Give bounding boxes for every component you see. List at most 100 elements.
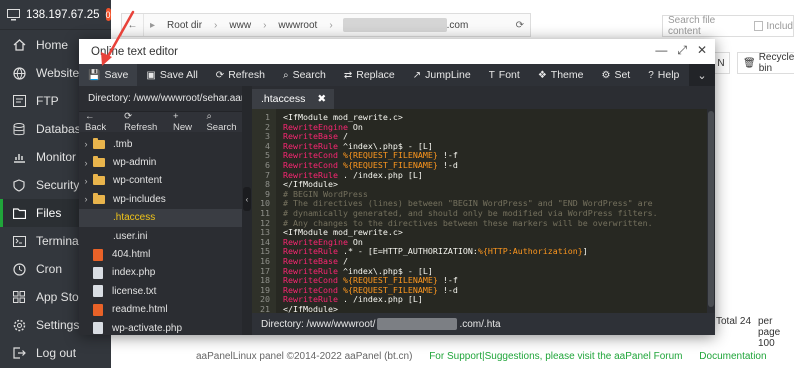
code-token: !-d <box>437 284 458 295</box>
file-item[interactable]: index.php <box>79 264 242 282</box>
chevron-right-icon: › <box>84 194 88 205</box>
refresh-button[interactable]: ⟳ Refresh <box>207 64 274 86</box>
server-header: 138.197.67.25 0 <box>0 0 111 30</box>
code-token: RewriteRule <box>283 140 338 151</box>
help-button[interactable]: ? Help <box>639 64 688 86</box>
minimize-icon[interactable]: — <box>655 43 667 58</box>
file-tree-search-button[interactable]: ⌕ Search <box>206 111 242 133</box>
footer-support-link[interactable]: For Support|Suggestions, please visit th… <box>429 351 682 362</box>
refresh-icon[interactable]: ⟳ <box>516 20 524 31</box>
code-token: ] <box>582 246 588 257</box>
tab-htaccess[interactable]: .htaccess ✖ <box>252 89 334 109</box>
file-tree-pane: Directory: /www/wwwroot/sehar.aamir... ←… <box>79 86 242 335</box>
folder-icon <box>93 137 105 149</box>
close-icon[interactable]: ✖ <box>317 93 326 105</box>
scrollbar-thumb[interactable] <box>708 111 714 307</box>
terminal-icon <box>12 234 26 248</box>
theme-button[interactable]: ❖ Theme <box>529 64 593 86</box>
folder-item[interactable]: › .tmb <box>79 135 242 153</box>
sidebar-item-label: Terminal <box>36 234 82 248</box>
code-token: RewriteCond <box>283 150 338 161</box>
save-button[interactable]: 💾 Save <box>79 64 138 86</box>
include-checkbox[interactable] <box>753 21 764 31</box>
recycle-bin-label: Recycle bin <box>758 52 794 74</box>
code-editor[interactable]: 1 <IfModule mod_rewrite.c> 2 RewriteEngine … <box>252 109 715 313</box>
folder-item[interactable]: › wp-admin <box>79 153 242 171</box>
gear-icon <box>12 318 26 332</box>
vertical-scrollbar[interactable] <box>707 109 715 313</box>
close-icon[interactable]: ✕ <box>697 43 707 58</box>
notification-badge[interactable]: 0 <box>105 8 111 21</box>
code-token: # dynamically generated, and should only… <box>283 208 658 218</box>
back-arrow-icon: ← <box>85 111 95 122</box>
trash-icon: 🗑 <box>743 57 756 69</box>
code-token: %{HTTP:Authorization} <box>477 246 583 257</box>
breadcrumb-wwwroot[interactable]: wwwroot <box>272 20 323 31</box>
code-token: </IfModule> <box>283 179 338 190</box>
chevron-right-icon: › <box>214 19 218 31</box>
refresh-icon: ⟳ <box>215 69 225 81</box>
code-token: RewriteCond <box>283 284 338 295</box>
per-page-value[interactable]: 100 <box>758 338 775 349</box>
footer-docs-link[interactable]: Documentation <box>699 351 766 362</box>
plus-icon: + <box>173 111 179 122</box>
breadcrumb-root[interactable]: Root dir <box>161 20 208 31</box>
server-ip: 138.197.67.25 <box>26 8 100 21</box>
code-line[interactable]: 21 </IfModule> <box>252 304 715 313</box>
replace-icon: ⇄ <box>343 69 353 81</box>
chevron-right-icon: › <box>329 19 333 31</box>
folder-icon <box>93 174 105 186</box>
folder-item[interactable]: › wp-includes <box>79 190 242 208</box>
set-button[interactable]: ⚙ Set <box>592 64 639 86</box>
code-token: # BEGIN WordPress <box>283 188 368 199</box>
search-file-content-input[interactable]: Search file content Includ <box>662 15 794 37</box>
replace-button[interactable]: ⇄ Replace <box>335 64 404 86</box>
document-icon <box>93 266 103 279</box>
back-arrow-icon[interactable]: ← <box>122 14 144 36</box>
globe-icon <box>12 66 26 80</box>
code-token: RewriteRule <box>283 294 338 305</box>
sidebar-item-logout[interactable]: Log out <box>0 339 111 367</box>
path-bar[interactable]: ← ▸ Root dir › www › wwwroot › .com ⟳ <box>121 13 531 37</box>
chevron-left-icon[interactable]: ‹ <box>243 187 251 211</box>
sidebar-item-label: FTP <box>36 94 59 108</box>
file-item[interactable]: license.txt <box>79 282 242 300</box>
search-button[interactable]: ⌕ Search <box>274 64 335 86</box>
code-token: RewriteBase <box>283 131 338 142</box>
code-token: / <box>337 256 348 266</box>
file-tree-refresh-button[interactable]: ⟳ Refresh <box>124 111 165 133</box>
file-item[interactable]: readme.html <box>79 301 242 319</box>
online-text-editor-window: Online text editor — ⤢ ✕ 💾 Save ▣ Save All… <box>79 39 715 335</box>
sidebar-item-label: Cron <box>36 262 63 276</box>
file-item[interactable]: .user.ini <box>79 227 242 245</box>
editor-status-bar: Directory: /www/wwwroot/ .com/.hta <box>252 313 715 335</box>
jumpline-button[interactable]: ↗ JumpLine <box>404 64 480 86</box>
file-item[interactable]: wp-activate.php <box>79 319 242 337</box>
refresh-icon: ⟳ <box>124 111 133 122</box>
font-button[interactable]: T Font <box>480 64 529 86</box>
line-number: 21 <box>260 304 270 313</box>
file-item-selected[interactable]: .htaccess <box>79 208 242 227</box>
file-item[interactable]: 404.html <box>79 245 242 263</box>
code-token: RewriteEngine <box>283 121 348 132</box>
file-tree-new-button[interactable]: + New <box>173 111 198 133</box>
breadcrumb-domain-suffix[interactable]: .com <box>447 20 469 31</box>
editor-toolbar: 💾 Save ▣ Save All ⟳ Refresh ⌕ Search ⇄ Replac… <box>79 64 715 86</box>
ftp-icon <box>12 94 26 108</box>
search-placeholder: Search file content <box>668 15 716 37</box>
breadcrumb-www[interactable]: www <box>223 20 257 31</box>
code-token: On <box>347 236 363 247</box>
pane-collapse-handle[interactable]: ‹ <box>242 86 252 335</box>
code-token: <IfModule mod_rewrite.c> <box>283 227 403 238</box>
monitor-icon <box>7 8 20 22</box>
code-token: RewriteCond <box>283 275 338 286</box>
chevron-down-icon[interactable]: ⌄ <box>689 64 715 86</box>
code-token: RewriteRule <box>283 265 338 276</box>
maximize-icon[interactable]: ⤢ <box>677 43 687 58</box>
code-token: RewriteBase <box>283 256 338 266</box>
folder-item[interactable]: › wp-content <box>79 172 242 190</box>
file-tree-back-button[interactable]: ← Back <box>85 111 116 133</box>
save-all-button[interactable]: ▣ Save All <box>137 64 206 86</box>
recycle-bin-button[interactable]: 🗑 Recycle bin <box>737 52 794 74</box>
code-token: !-f <box>437 150 458 161</box>
